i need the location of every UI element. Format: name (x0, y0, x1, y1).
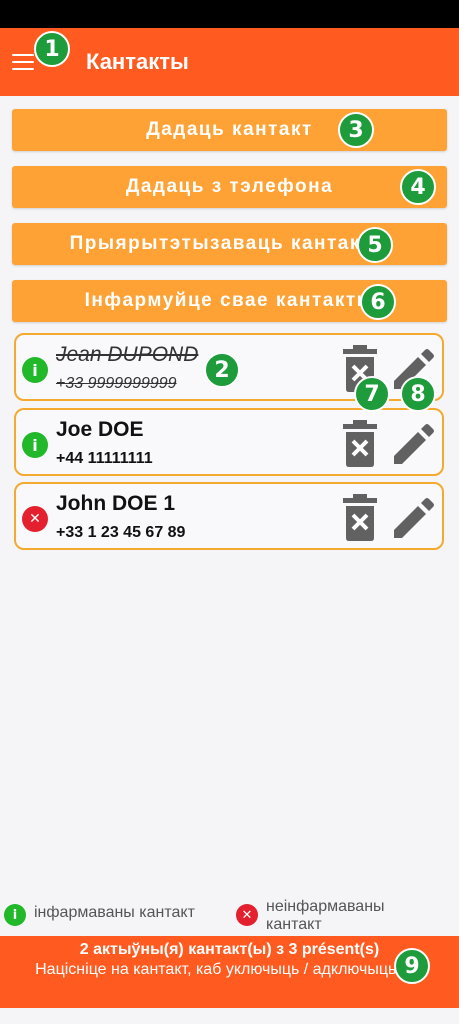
contact-card[interactable]: ✕ John DOE 1 +33 1 23 45 67 89 (14, 482, 444, 550)
info-icon: i (22, 357, 48, 383)
legend: i інфармаваны кантакт ✕ неінфармаваны ка… (0, 896, 459, 936)
edit-contact-button[interactable] (390, 494, 438, 542)
footer-hint: Націсніце на кантакт, каб уключыць / адк… (35, 961, 424, 978)
menu-icon (12, 54, 34, 70)
marker-3: 3 (338, 112, 374, 148)
trash-icon (343, 494, 377, 541)
trash-icon (343, 420, 377, 467)
marker-8: 8 (400, 376, 436, 412)
marker-1: 1 (34, 31, 70, 67)
contact-name: John DOE 1 (56, 492, 176, 515)
add-contact-button[interactable]: Дадаць кантакт (12, 109, 447, 151)
contact-card[interactable]: i Joe DOE +44 11111111 (14, 408, 444, 476)
marker-7: 7 (354, 376, 390, 412)
legend-not-informed-label: неінфармаваны кантакт (266, 898, 385, 933)
marker-9: 9 (394, 948, 430, 984)
marker-5: 5 (357, 227, 393, 263)
pencil-icon (394, 498, 434, 538)
contact-name: Joe DOE (56, 418, 144, 441)
error-icon: ✕ (22, 506, 48, 532)
add-from-phone-button[interactable]: Дадаць з тэлефона (12, 166, 447, 208)
marker-2: 2 (204, 352, 240, 388)
delete-contact-button[interactable] (340, 494, 380, 542)
legend-not-informed: ✕ неінфармаваны кантакт (236, 898, 436, 934)
app-bar: Кантакты (0, 28, 459, 96)
footer-summary: 2 актыўны(я) кантакт(ы) з 3 présent(s) (79, 941, 380, 958)
page-title: Кантакты (86, 49, 189, 74)
contact-phone: +44 11111111 (56, 450, 153, 467)
info-icon: i (4, 904, 26, 926)
contact-phone: +33 9999999999 (56, 375, 177, 392)
delete-contact-button[interactable] (340, 420, 380, 468)
status-bar (0, 0, 459, 28)
marker-6: 6 (360, 284, 396, 320)
legend-informed: i інфармаваны кантакт (4, 904, 195, 926)
edit-contact-button[interactable] (390, 420, 438, 468)
contact-phone: +33 1 23 45 67 89 (56, 524, 186, 541)
contact-name: Jean DUPOND (56, 343, 199, 366)
footer-status: 2 актыўны(я) кантакт(ы) з 3 présent(s) Н… (0, 936, 459, 1008)
info-icon: i (22, 432, 48, 458)
error-icon: ✕ (236, 904, 258, 926)
pencil-icon (394, 424, 434, 464)
marker-4: 4 (400, 169, 436, 205)
legend-informed-label: інфармаваны кантакт (34, 904, 195, 921)
